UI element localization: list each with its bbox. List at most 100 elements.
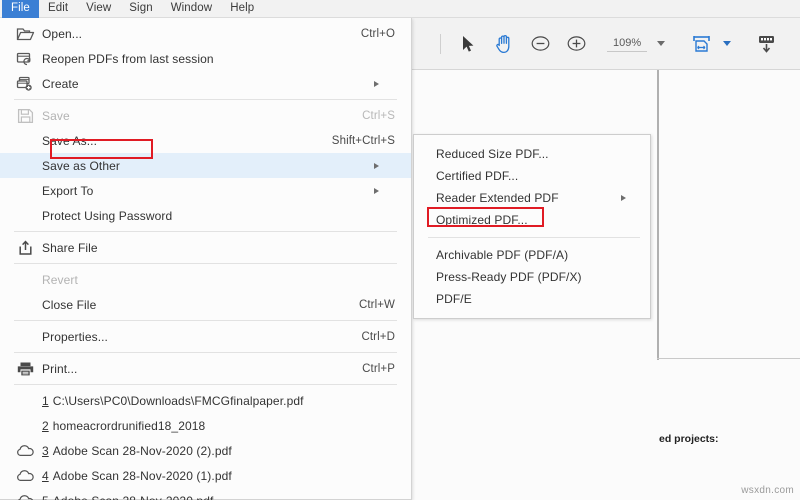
zoom-in-button[interactable] [561,29,591,59]
recent-file-2-number: 2 [42,418,49,433]
create-pdf-icon [8,76,42,92]
submenu-item-optimized-pdf-label: Optimized PDF... [436,213,528,227]
menu-item-create[interactable]: Create [0,71,411,96]
menu-item-save: Save Ctrl+S [0,103,411,128]
submenu-item-reduced-size-pdf[interactable]: Reduced Size PDF... [414,143,650,165]
recent-file-2-label: homeacrordrunified18_2018 [52,418,206,433]
menubar-item-sign[interactable]: Sign [120,0,161,18]
menu-item-reopen-pdfs[interactable]: Reopen PDFs from last session [0,46,411,71]
menu-item-save-as-label: Save As... [42,133,98,148]
menu-item-protect-using-password[interactable]: Protect Using Password [0,203,411,228]
menu-item-reopen-pdfs-label: Reopen PDFs from last session [42,51,214,66]
recent-file-5-label: Adobe Scan 28-Nov-2020.pdf [53,494,214,500]
scroll-mode-button[interactable] [751,29,781,59]
menu-item-save-as-other[interactable]: Save as Other [0,153,411,178]
zoom-level-value[interactable]: 109% [607,36,648,52]
submenu-item-certified-pdf-label: Certified PDF... [436,169,519,183]
menu-separator [14,320,397,321]
submenu-item-archivable-pdf-label: Archivable PDF (PDF/A) [436,248,569,262]
menu-item-close-file[interactable]: Close File Ctrl+W [0,292,411,317]
recent-file-4-number: 4 [42,468,49,483]
document-body-text: ed projects: [659,433,719,445]
menu-item-share-file[interactable]: Share File [0,235,411,260]
zoom-dropdown-chevron-down-icon[interactable] [657,41,666,46]
fit-page-icon [691,34,713,54]
cloud-icon [8,444,42,458]
submenu-separator [428,237,640,238]
share-icon [8,240,42,256]
menu-item-properties[interactable]: Properties... Ctrl+D [0,324,411,349]
recent-file-item-4[interactable]: 4 Adobe Scan 28-Nov-2020 (1).pdf [0,463,411,488]
recent-file-item-3[interactable]: 3 Adobe Scan 28-Nov-2020 (2).pdf [0,438,411,463]
recent-file-3-label: Adobe Scan 28-Nov-2020 (2).pdf [52,443,232,458]
menu-item-save-as-other-label: Save as Other [42,158,121,173]
menu-item-close-file-shortcut: Ctrl+W [358,298,395,311]
fit-page-button[interactable] [687,29,717,59]
menu-item-save-label: Save [42,108,70,123]
hand-icon [495,34,514,54]
submenu-item-pdf-e-label: PDF/E [436,292,472,306]
menu-item-save-as[interactable]: Save As... Shift+Ctrl+S [0,128,411,153]
toolbar-divider [440,33,441,54]
recent-file-5-number: 5 [42,494,49,500]
hand-tool-button[interactable] [489,29,519,59]
zoom-out-icon [531,34,550,53]
menu-item-export-to[interactable]: Export To [0,178,411,203]
menu-item-save-shortcut: Ctrl+S [362,109,395,122]
submenu-item-pdf-e[interactable]: PDF/E [414,288,650,310]
menubar-item-view[interactable]: View [77,0,120,18]
menu-item-save-as-shortcut: Shift+Ctrl+S [331,134,395,147]
menu-item-open-shortcut: Ctrl+O [360,27,395,40]
menu-item-share-file-label: Share File [42,240,98,255]
menu-item-open[interactable]: Open... Ctrl+O [0,21,411,46]
submenu-item-press-ready-pdf-label: Press-Ready PDF (PDF/X) [436,270,582,284]
recent-file-1-number: 1 [42,393,49,408]
fit-page-chevron-down-icon[interactable] [723,41,732,46]
menu-item-revert: Revert [0,267,411,292]
folder-open-icon [8,26,42,42]
menu-item-open-label: Open... [42,26,83,41]
select-tool-button[interactable] [453,29,483,59]
menubar-item-edit[interactable]: Edit [39,0,77,18]
page-bottom-edge [657,358,800,359]
zoom-in-icon [567,34,586,53]
submenu-item-reader-extended-pdf-label: Reader Extended PDF [436,191,559,205]
zoom-out-button[interactable] [525,29,555,59]
menu-item-print-shortcut: Ctrl+P [362,362,395,375]
menu-separator [14,352,397,353]
page-scroll-down-icon [755,34,777,54]
reopen-pdfs-icon [8,51,42,67]
submenu-item-reader-extended-pdf[interactable]: Reader Extended PDF [414,187,650,209]
recent-file-item-5[interactable]: 5 Adobe Scan 28-Nov-2020.pdf [0,488,411,500]
menu-item-properties-label: Properties... [42,329,108,344]
submenu-item-reduced-size-pdf-label: Reduced Size PDF... [436,147,549,161]
menubar-item-file[interactable]: File [2,0,39,18]
page-left-edge [657,70,659,360]
save-as-other-submenu: Reduced Size PDF... Certified PDF... Rea… [413,134,651,319]
menu-item-print[interactable]: Print... Ctrl+P [0,356,411,381]
save-disk-icon [8,108,42,124]
menu-item-create-label: Create [42,76,79,91]
select-cursor-icon [461,35,475,53]
menu-separator [14,384,397,385]
printer-icon [8,361,42,377]
menu-separator [14,263,397,264]
menu-item-export-to-submenu-arrow-icon [374,187,379,194]
menu-separator [14,231,397,232]
menu-item-protect-using-password-label: Protect Using Password [42,208,173,223]
site-watermark: wsxdn.com [741,485,794,496]
menu-item-print-label: Print... [42,361,78,376]
submenu-item-press-ready-pdf[interactable]: Press-Ready PDF (PDF/X) [414,266,650,288]
recent-file-4-label: Adobe Scan 28-Nov-2020 (1).pdf [52,468,232,483]
submenu-item-certified-pdf[interactable]: Certified PDF... [414,165,650,187]
cloud-icon [8,469,42,483]
submenu-item-optimized-pdf[interactable]: Optimized PDF... [414,209,650,231]
menu-separator [14,99,397,100]
recent-file-item-2[interactable]: 2 homeacrordrunified18_2018 [0,413,411,438]
menubar-item-help[interactable]: Help [221,0,263,18]
file-dropdown-menu: Open... Ctrl+O Reopen PDFs from last ses… [0,18,412,500]
recent-file-item-1[interactable]: 1 C:\Users\PC0\Downloads\FMCGfinalpaper.… [0,388,411,413]
acrobat-window: File Edit View Sign Window Help 109% ed … [0,0,800,500]
submenu-item-archivable-pdf[interactable]: Archivable PDF (PDF/A) [414,244,650,266]
menubar-item-window[interactable]: Window [162,0,222,18]
